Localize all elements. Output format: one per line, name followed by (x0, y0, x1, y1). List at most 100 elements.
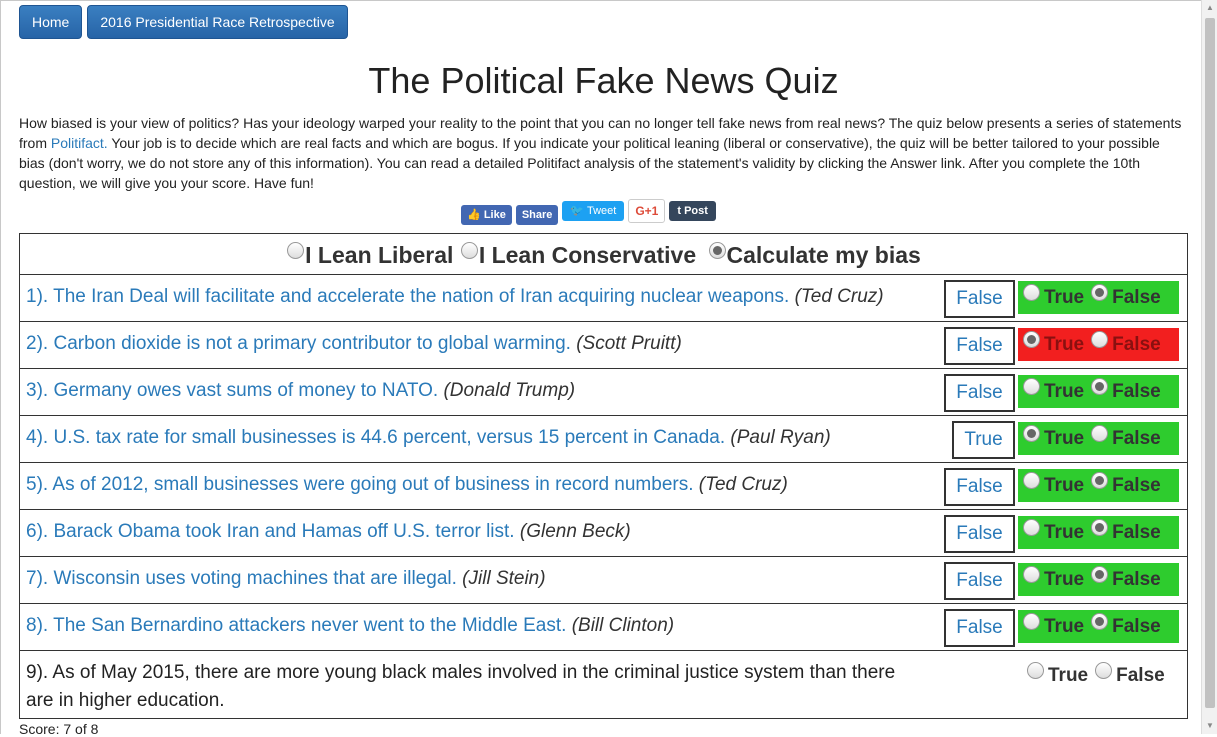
post-label: Post (684, 205, 708, 217)
true-label: True (1044, 381, 1085, 402)
question-statement[interactable]: 5). As of 2012, small businesses were go… (26, 471, 788, 499)
false-radio[interactable] (1095, 662, 1113, 679)
question-speaker: (Ted Cruz) (698, 474, 788, 495)
true-label: True (1044, 428, 1085, 449)
true-radio[interactable] (1023, 566, 1040, 583)
false-radio[interactable] (1091, 519, 1109, 536)
question-body: Barack Obama took Iran and Hamas off U.S… (53, 521, 515, 542)
question-statement[interactable]: 2). Carbon dioxide is not a primary cont… (26, 330, 682, 358)
question-text: 9). (26, 662, 49, 683)
liberal-radio[interactable] (287, 242, 305, 259)
true-radio[interactable] (1023, 425, 1040, 442)
answer-choice: True False (1018, 610, 1179, 643)
conservative-radio[interactable] (460, 242, 478, 259)
question-statement[interactable]: 4). U.S. tax rate for small businesses i… (26, 424, 831, 452)
false-radio[interactable] (1091, 331, 1109, 348)
question-statement[interactable]: 1). The Iran Deal will facilitate and ac… (26, 283, 884, 311)
answer-choice: True False (1018, 281, 1179, 314)
true-label: True (1044, 334, 1085, 355)
question-row: 6). Barack Obama took Iran and Hamas off… (20, 510, 1187, 557)
answer-link[interactable]: False (944, 280, 1015, 318)
calculate-bias-label: Calculate my bias (726, 242, 921, 268)
like-label: Like (483, 209, 506, 221)
question-row: 5). As of 2012, small businesses were go… (20, 463, 1187, 510)
false-radio[interactable] (1091, 566, 1109, 583)
answer-link[interactable]: False (944, 468, 1015, 506)
true-radio[interactable] (1023, 331, 1040, 348)
question-row: 9). As of May 2015, there are more young… (20, 651, 1187, 718)
question-text: 2). (26, 333, 49, 354)
bias-selector: I Lean Liberal I Lean Conservative Calcu… (20, 234, 1187, 275)
answer-choice: True False (1018, 563, 1179, 596)
liberal-label: I Lean Liberal (305, 242, 454, 268)
true-radio[interactable] (1023, 378, 1040, 395)
tumblr-post-button[interactable]: t Post (669, 201, 716, 221)
question-speaker: (Jill Stein) (462, 568, 546, 589)
calculate-bias-radio[interactable] (708, 242, 726, 259)
quiz-table: I Lean Liberal I Lean Conservative Calcu… (19, 233, 1188, 719)
question-speaker: (Glenn Beck) (519, 521, 631, 542)
scroll-down-arrow-icon[interactable]: ▼ (1202, 718, 1217, 734)
false-radio[interactable] (1091, 472, 1109, 489)
question-speaker: (Scott Pruitt) (576, 333, 682, 354)
answer-choice: True False (1018, 328, 1179, 361)
question-row: 8). The San Bernardino attackers never w… (20, 604, 1187, 651)
false-label: False (1116, 665, 1165, 686)
answer-choice: True False (1018, 516, 1179, 549)
conservative-label: I Lean Conservative (478, 242, 697, 268)
retrospective-button[interactable]: 2016 Presidential Race Retrospective (87, 5, 348, 39)
false-label: False (1112, 475, 1161, 496)
question-statement[interactable]: 8). The San Bernardino attackers never w… (26, 612, 674, 640)
true-radio[interactable] (1023, 472, 1040, 489)
true-radio[interactable] (1023, 284, 1040, 301)
true-label: True (1044, 287, 1085, 308)
true-radio[interactable] (1023, 613, 1040, 630)
false-radio[interactable] (1091, 425, 1109, 442)
home-button[interactable]: Home (19, 5, 83, 39)
question-statement[interactable]: 7). Wisconsin uses voting machines that … (26, 565, 546, 593)
question-statement[interactable]: 6). Barack Obama took Iran and Hamas off… (26, 518, 631, 546)
false-radio[interactable] (1091, 284, 1109, 301)
question-speaker: (Bill Clinton) (571, 615, 675, 636)
true-radio[interactable] (1027, 662, 1044, 679)
question-text: 5). (26, 474, 49, 495)
answer-link[interactable]: False (944, 515, 1015, 553)
answer-choice: True False (1018, 375, 1179, 408)
scroll-up-arrow-icon[interactable]: ▲ (1202, 0, 1217, 16)
facebook-like-button[interactable]: 👍 Like (461, 205, 512, 225)
answer-link[interactable]: True (952, 421, 1015, 459)
score-text: Score: 7 of 8 (19, 721, 99, 737)
tumblr-icon: t (677, 205, 682, 217)
answer-link[interactable]: False (944, 374, 1015, 412)
intro-text: How biased is your view of politics? Has… (19, 113, 1188, 193)
twitter-bird-icon: 🐦 (570, 205, 585, 217)
question-body: Wisconsin uses voting machines that are … (53, 568, 457, 589)
question-row: 2). Carbon dioxide is not a primary cont… (20, 322, 1187, 369)
question-list: 1). The Iran Deal will facilitate and ac… (20, 275, 1187, 718)
scrollbar[interactable]: ▲ ▼ (1201, 0, 1217, 734)
true-radio[interactable] (1023, 519, 1040, 536)
false-radio[interactable] (1091, 613, 1109, 630)
question-body: Carbon dioxide is not a primary contribu… (53, 333, 571, 354)
scroll-thumb[interactable] (1205, 18, 1215, 708)
false-radio[interactable] (1091, 378, 1109, 395)
answer-link[interactable]: False (944, 562, 1015, 600)
question-row: 1). The Iran Deal will facilitate and ac… (20, 275, 1187, 322)
true-label: True (1048, 665, 1089, 686)
answer-choice: True False (1022, 659, 1183, 692)
question-speaker: (Ted Cruz) (794, 286, 884, 307)
false-label: False (1112, 428, 1161, 449)
question-text: 1). (26, 286, 49, 307)
page: Home 2016 Presidential Race Retrospectiv… (0, 0, 1201, 737)
tweet-button[interactable]: 🐦 Tweet (562, 201, 625, 221)
google-plus-button[interactable]: G+1 (628, 199, 666, 223)
question-body: The Iran Deal will facilitate and accele… (53, 286, 790, 307)
false-label: False (1112, 334, 1161, 355)
answer-link[interactable]: False (944, 609, 1015, 647)
facebook-share-button[interactable]: Share (515, 205, 559, 225)
question-statement[interactable]: 3). Germany owes vast sums of money to N… (26, 377, 575, 405)
answer-link[interactable]: False (944, 327, 1015, 365)
politifact-link[interactable]: Politifact. (51, 135, 108, 151)
question-body: The San Bernardino attackers never went … (53, 615, 567, 636)
question-body: Germany owes vast sums of money to NATO. (53, 380, 439, 401)
